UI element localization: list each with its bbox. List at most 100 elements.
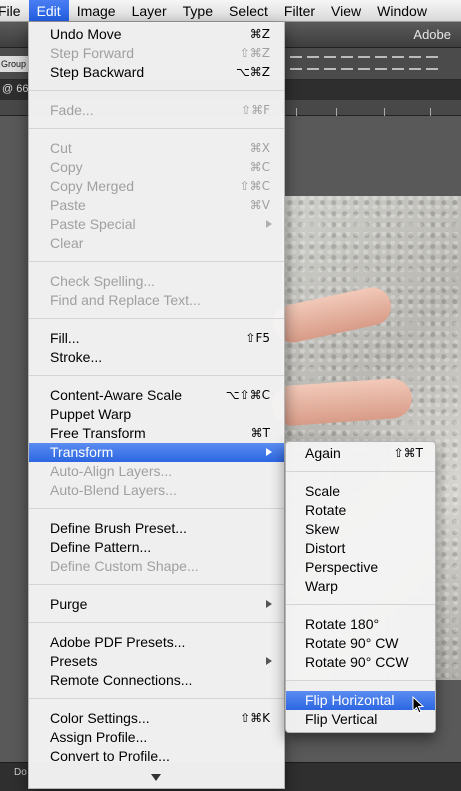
submenu-item-rotate-90-ccw[interactable]: Rotate 90° CCW xyxy=(286,653,435,672)
menu-item-label: Puppet Warp xyxy=(50,406,132,422)
menu-item-fill[interactable]: Fill... ⇧F5 xyxy=(29,329,284,348)
submenu-item-warp[interactable]: Warp xyxy=(286,577,435,596)
menu-separator xyxy=(29,261,284,262)
menu-item-label: Check Spelling... xyxy=(50,273,156,289)
submenu-item-scale[interactable]: Scale xyxy=(286,482,435,501)
menu-item-auto-align-layers: Auto-Align Layers... xyxy=(29,462,284,481)
menu-item-convert-to-profile[interactable]: Convert to Profile... xyxy=(29,747,284,766)
align-icon[interactable] xyxy=(409,56,421,70)
shortcut: ⌥⇧⌘C xyxy=(225,388,270,402)
menu-item-label: Remote Connections... xyxy=(50,672,193,688)
menu-filter[interactable]: Filter xyxy=(276,0,323,21)
shortcut: ⌘X xyxy=(249,141,270,155)
menu-item-label: Define Brush Preset... xyxy=(50,520,187,536)
submenu-item-distort[interactable]: Distort xyxy=(286,539,435,558)
menu-separator xyxy=(29,90,284,91)
menu-type[interactable]: Type xyxy=(175,0,221,21)
menu-item-color-settings[interactable]: Color Settings... ⇧⌘K xyxy=(29,709,284,728)
menu-image[interactable]: Image xyxy=(69,0,124,21)
menu-item-step-backward[interactable]: Step Backward ⌥⌘Z xyxy=(29,63,284,82)
align-icon[interactable] xyxy=(375,56,387,70)
menu-item-stroke[interactable]: Stroke... xyxy=(29,348,284,367)
submenu-arrow-icon xyxy=(266,600,272,608)
document-tab[interactable]: @ 66 xyxy=(2,83,28,95)
shortcut: ⇧⌘K xyxy=(240,711,270,725)
align-icon[interactable] xyxy=(290,56,302,70)
menu-item-label: Flip Vertical xyxy=(305,711,378,727)
submenu-item-rotate-180[interactable]: Rotate 180° xyxy=(286,615,435,634)
menu-item-step-forward: Step Forward ⇧⌘Z xyxy=(29,44,284,63)
menu-item-paste-special: Paste Special xyxy=(29,215,284,234)
align-icon[interactable] xyxy=(341,56,353,70)
align-icon[interactable] xyxy=(358,56,370,70)
menu-item-label: Copy Merged xyxy=(50,178,135,194)
menu-file[interactable]: File xyxy=(0,0,29,21)
menu-layer[interactable]: Layer xyxy=(124,0,175,21)
submenu-item-skew[interactable]: Skew xyxy=(286,520,435,539)
align-icon[interactable] xyxy=(324,56,336,70)
menu-item-define-pattern[interactable]: Define Pattern... xyxy=(29,538,284,557)
menu-item-find-replace: Find and Replace Text... xyxy=(29,291,284,310)
align-icon[interactable] xyxy=(307,56,319,70)
menu-item-define-brush-preset[interactable]: Define Brush Preset... xyxy=(29,519,284,538)
submenu-item-again[interactable]: Again ⇧⌘T xyxy=(286,444,435,463)
mouse-pointer-icon xyxy=(412,696,424,714)
menu-item-purge[interactable]: Purge xyxy=(29,595,284,614)
menu-select[interactable]: Select xyxy=(221,0,276,21)
menu-item-label: Rotate 90° CCW xyxy=(305,654,409,670)
ruler-tick xyxy=(384,108,385,116)
transform-submenu: Again ⇧⌘T Scale Rotate Skew Distort Persp… xyxy=(285,441,436,733)
finger-image xyxy=(269,283,395,347)
align-buttons[interactable] xyxy=(290,56,461,72)
menu-item-label: Fill... xyxy=(50,330,80,346)
shortcut: ⌘T xyxy=(250,426,270,440)
align-icon[interactable] xyxy=(392,56,404,70)
menu-view[interactable]: View xyxy=(323,0,369,21)
menu-item-label: Undo Move xyxy=(50,26,122,42)
ruler-tick xyxy=(296,108,297,116)
submenu-item-perspective[interactable]: Perspective xyxy=(286,558,435,577)
menu-item-adobe-pdf-presets[interactable]: Adobe PDF Presets... xyxy=(29,633,284,652)
menu-item-label: Content-Aware Scale xyxy=(50,387,183,403)
menu-item-label: Clear xyxy=(50,235,84,251)
shortcut: ⇧⌘F xyxy=(241,103,270,117)
menu-item-label: Scale xyxy=(305,483,341,499)
menu-item-presets[interactable]: Presets xyxy=(29,652,284,671)
menu-item-assign-profile[interactable]: Assign Profile... xyxy=(29,728,284,747)
menu-separator xyxy=(29,622,284,623)
menu-item-label: Assign Profile... xyxy=(50,729,148,745)
menu-item-label: Free Transform xyxy=(50,425,146,441)
menu-item-label: Color Settings... xyxy=(50,710,150,726)
menu-item-label: Copy xyxy=(50,159,83,175)
status-label: Do xyxy=(14,767,27,778)
menu-item-remote-connections[interactable]: Remote Connections... xyxy=(29,671,284,690)
menu-item-clear: Clear xyxy=(29,234,284,253)
menu-window[interactable]: Window xyxy=(369,0,435,21)
finger-image xyxy=(270,377,414,427)
submenu-item-rotate-90-cw[interactable]: Rotate 90° CW xyxy=(286,634,435,653)
shortcut: ⇧F5 xyxy=(245,331,270,345)
menu-item-define-custom-shape: Define Custom Shape... xyxy=(29,557,284,576)
menu-separator xyxy=(29,508,284,509)
submenu-item-rotate[interactable]: Rotate xyxy=(286,501,435,520)
menu-item-content-aware-scale[interactable]: Content-Aware Scale ⌥⇧⌘C xyxy=(29,386,284,405)
group-dropdown[interactable]: Group xyxy=(0,56,28,72)
menu-edit[interactable]: Edit xyxy=(28,0,69,21)
menu-separator xyxy=(286,604,435,605)
menu-separator xyxy=(29,375,284,376)
menu-item-undo-move[interactable]: Undo Move ⌘Z xyxy=(29,25,284,44)
menu-item-label: Stroke... xyxy=(50,349,103,365)
shortcut: ⌘Z xyxy=(249,27,270,41)
scroll-down-arrow-icon[interactable] xyxy=(151,774,161,781)
menu-item-free-transform[interactable]: Free Transform ⌘T xyxy=(29,424,284,443)
shortcut: ⌘V xyxy=(249,198,270,212)
menu-item-label: Fade... xyxy=(50,102,94,118)
menu-item-label: Auto-Blend Layers... xyxy=(50,482,177,498)
menu-item-puppet-warp[interactable]: Puppet Warp xyxy=(29,405,284,424)
menu-item-transform[interactable]: Transform xyxy=(29,443,284,462)
align-icon[interactable] xyxy=(426,56,438,70)
menu-item-check-spelling: Check Spelling... xyxy=(29,272,284,291)
menu-item-label: Cut xyxy=(50,140,72,156)
menu-item-copy-merged: Copy Merged ⇧⌘C xyxy=(29,177,284,196)
menu-item-label: Auto-Align Layers... xyxy=(50,463,173,479)
